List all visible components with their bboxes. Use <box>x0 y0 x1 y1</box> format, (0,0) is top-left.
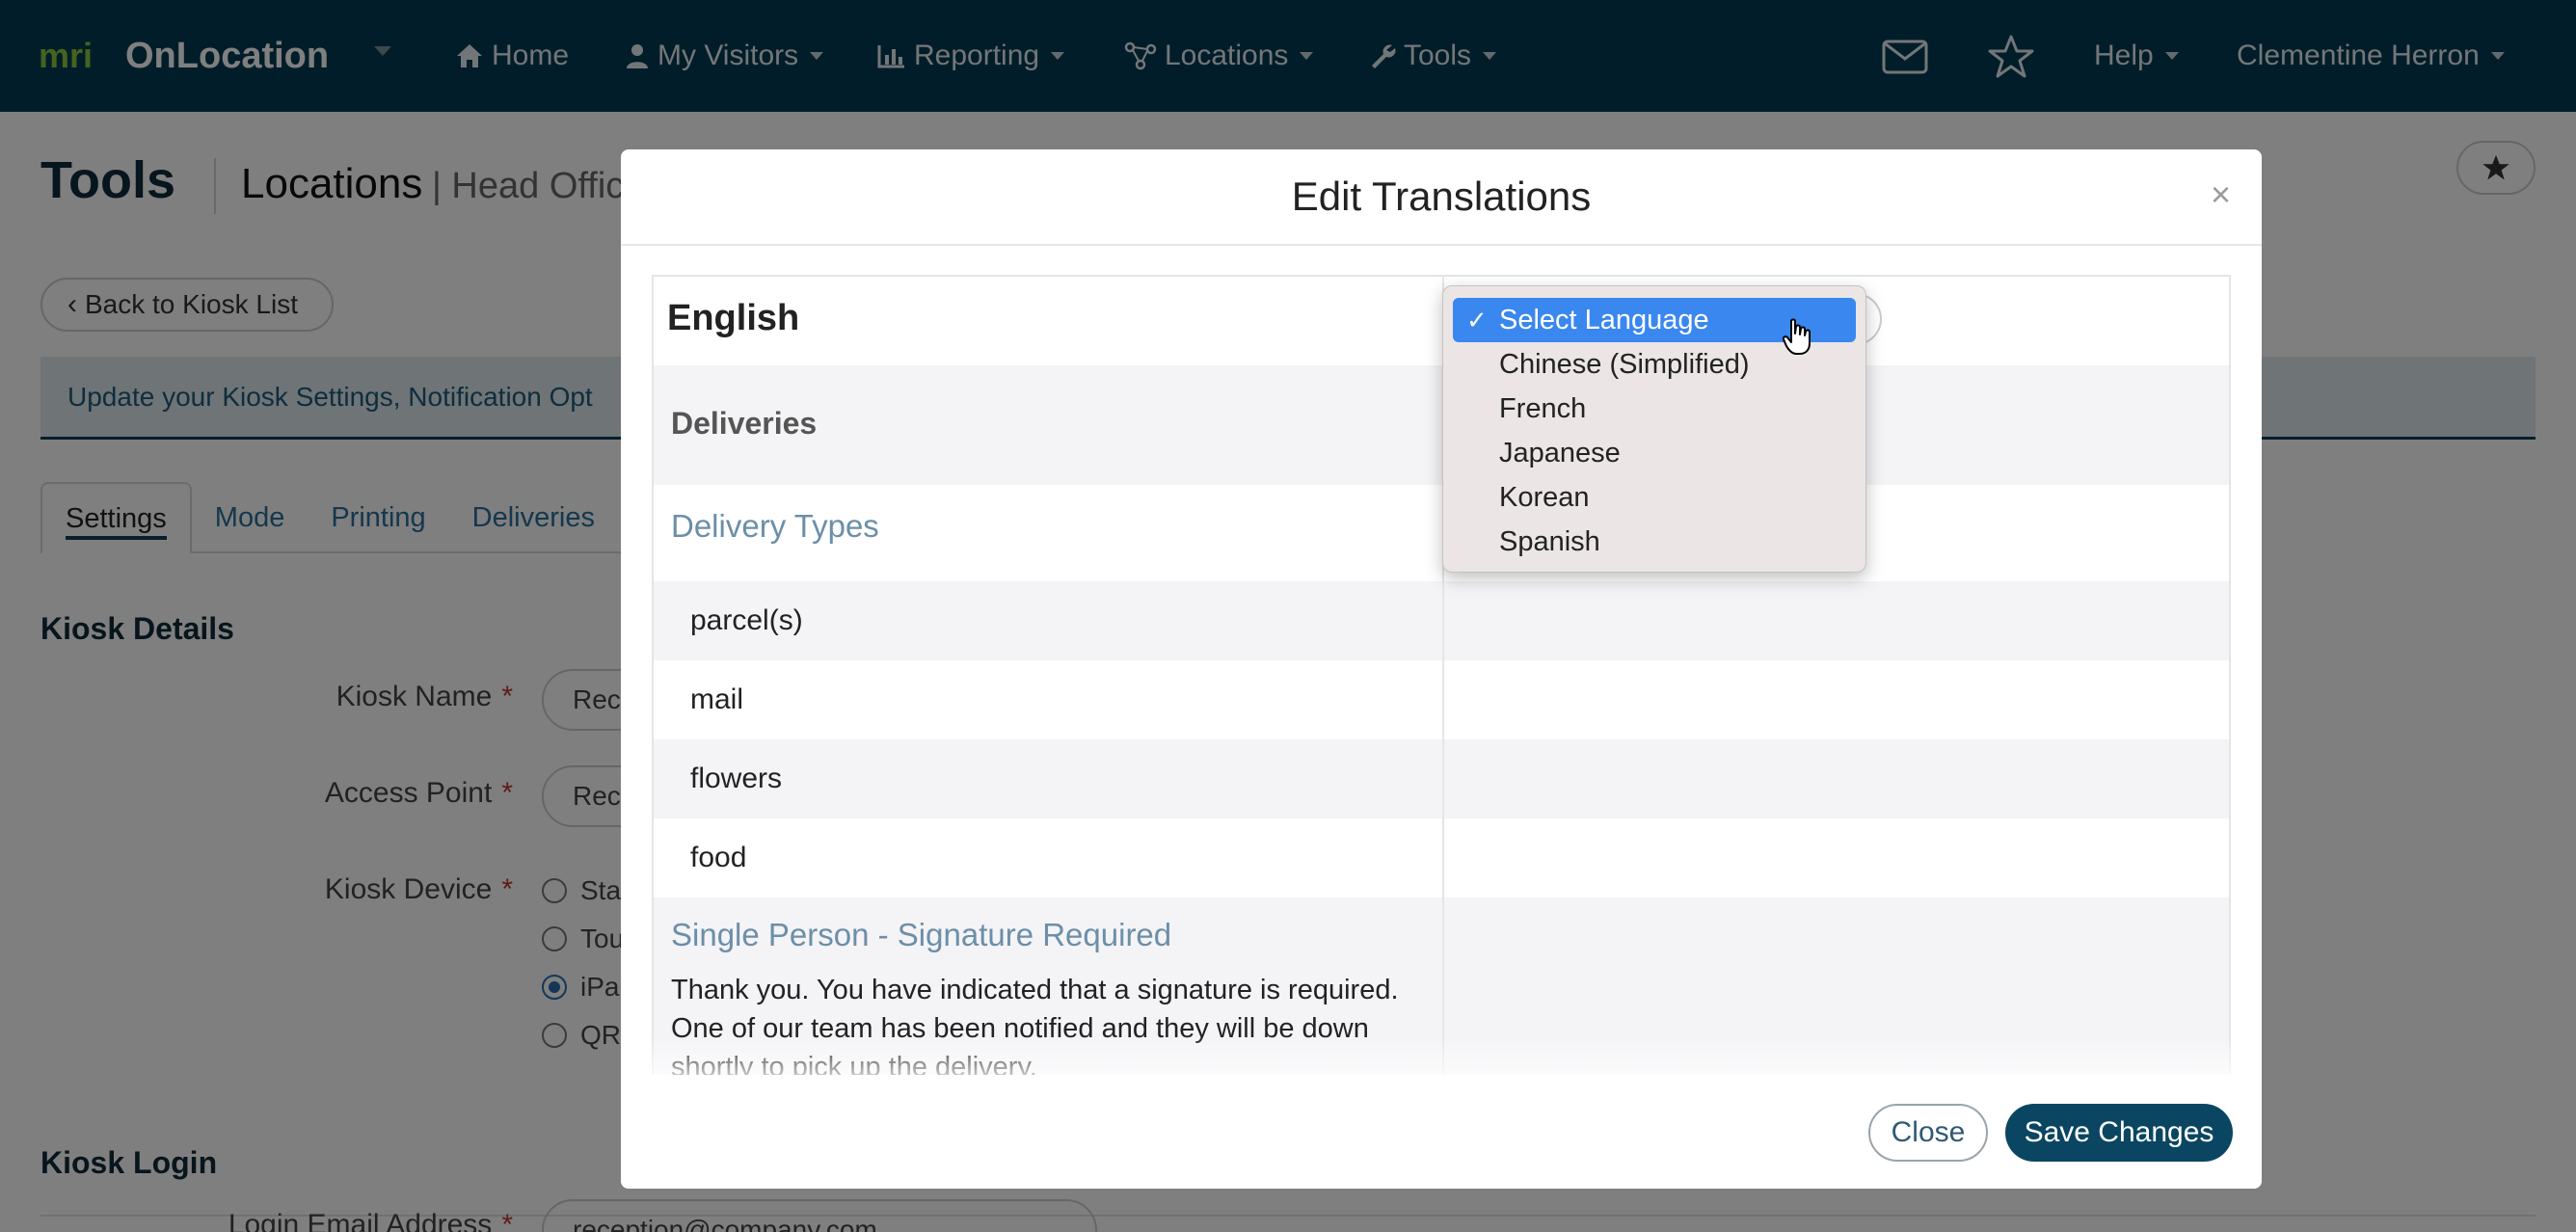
dropdown-option[interactable]: Korean <box>1453 475 1856 520</box>
translations-table: English Deliveries Delivery Types parcel… <box>652 275 2231 1075</box>
dropdown-option[interactable]: French <box>1453 387 1856 431</box>
edit-translations-modal: Edit Translations × English Deliveries D… <box>621 149 2262 1189</box>
checkmark-icon: ✓ <box>1466 305 1488 335</box>
dropdown-option[interactable]: Spanish <box>1453 520 1856 564</box>
save-changes-button[interactable]: Save Changes <box>2005 1104 2233 1162</box>
option-label: Korean <box>1499 481 1590 513</box>
modal-header: Edit Translations × <box>621 149 2262 246</box>
delivery-type: mail <box>690 683 744 715</box>
group-label: Delivery Types <box>671 508 879 544</box>
option-label: Spanish <box>1499 525 1600 557</box>
section-label: Deliveries <box>671 406 818 441</box>
option-label: Japanese <box>1499 437 1621 469</box>
dropdown-option[interactable]: Japanese <box>1453 431 1856 475</box>
delivery-type: food <box>690 842 747 873</box>
modal-title: Edit Translations <box>1291 174 1592 219</box>
option-label: Select Language <box>1499 304 1709 335</box>
option-label: French <box>1499 392 1587 424</box>
hand-cursor-icon <box>1782 318 1811 355</box>
delivery-type: flowers <box>690 763 783 794</box>
source-language: English <box>667 298 800 338</box>
group-label: Single Person - Signature Required <box>671 917 1172 952</box>
close-icon[interactable]: × <box>2211 174 2231 215</box>
delivery-type: parcel(s) <box>690 604 803 636</box>
option-label: Chinese (Simplified) <box>1499 348 1750 380</box>
close-button[interactable]: Close <box>1868 1104 1988 1162</box>
